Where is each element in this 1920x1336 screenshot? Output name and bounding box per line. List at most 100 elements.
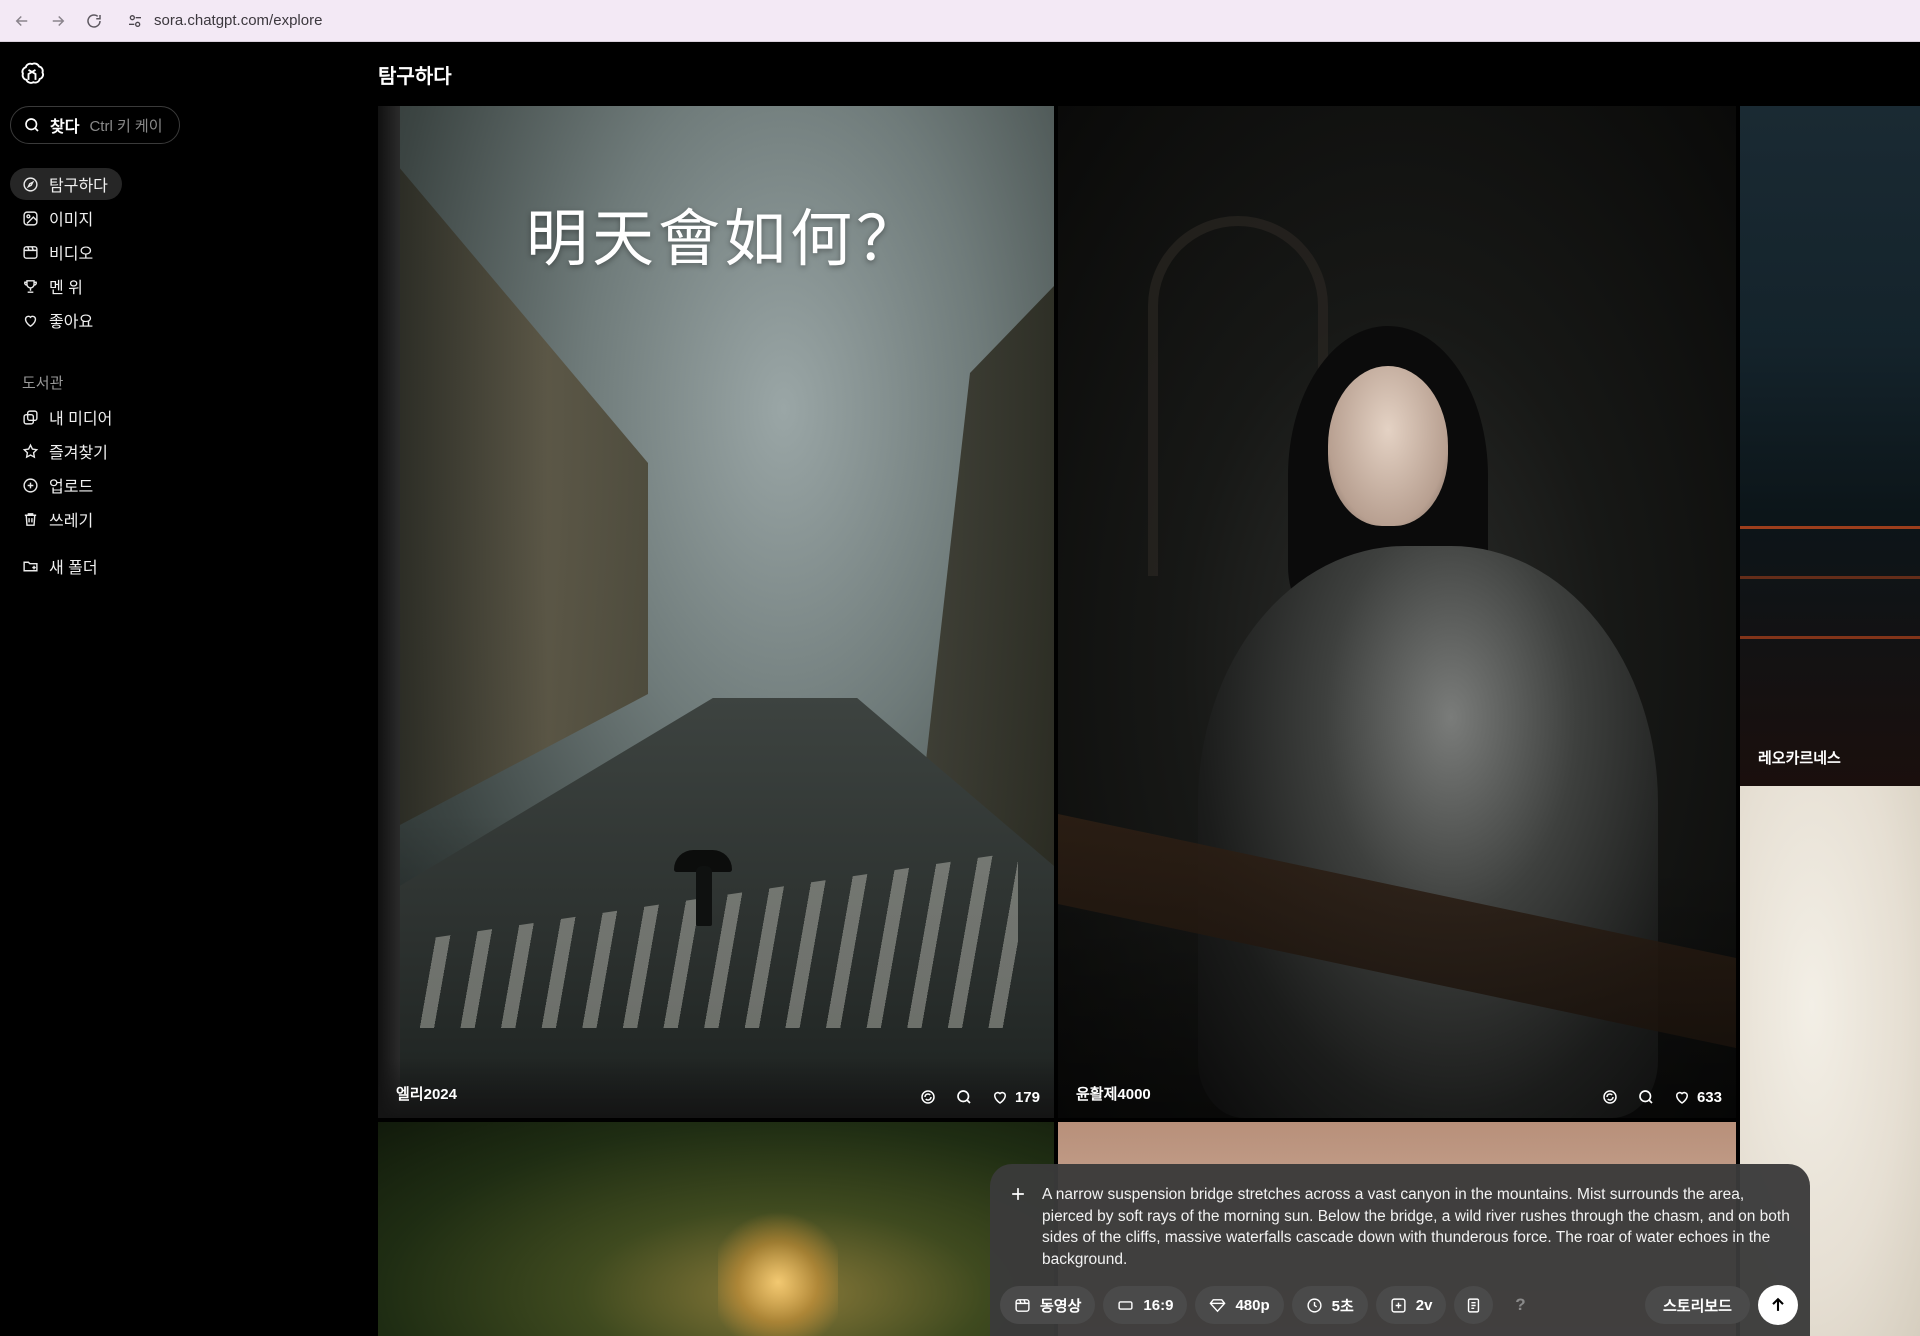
search-label: 찾다 [50, 119, 80, 136]
scene-face [1328, 366, 1448, 526]
nav-item-top[interactable]: 멘 위 [10, 270, 97, 302]
media-tile-knight[interactable]: 윤활제4000 633 [1058, 106, 1736, 1118]
primary-nav: 탐구하다 이미지 비디오 멘 위 좋아요 [10, 168, 122, 338]
search-icon[interactable] [1637, 1088, 1655, 1106]
duration-label: 5초 [1331, 1297, 1354, 1315]
tile-author[interactable]: 엘리2024 [396, 1083, 457, 1104]
media-type-button[interactable]: 동영상 [1000, 1286, 1096, 1324]
openai-logo-icon[interactable] [18, 60, 46, 88]
like-count: 179 [1014, 1088, 1040, 1106]
aspect-ratio-button[interactable]: 16:9 [1103, 1286, 1188, 1324]
folder-nav: 새 폴더 [10, 550, 112, 584]
trash-icon [24, 512, 37, 526]
media-tile-forest[interactable] [378, 1122, 1054, 1336]
nav-label: 비디오 [49, 246, 94, 263]
reload-button[interactable] [80, 7, 108, 35]
arrow-up-icon [1772, 1297, 1784, 1311]
sidebar: 찾다 Ctrl 키 케이 탐구하다 이미지 비디오 멘 위 좋아요 도서관 내 … [0, 42, 378, 1336]
media-tile-rainy-city[interactable]: 明天會如何？ 엘리2024 179 [378, 106, 1054, 1118]
media-tile-ocean[interactable]: 레오카르네스 [1740, 106, 1920, 786]
like-count: 633 [1696, 1088, 1722, 1106]
video-icon [23, 245, 38, 259]
library-section-title: 도서관 [22, 375, 64, 392]
variations-label: 2v [1415, 1296, 1433, 1314]
nav-item-upload[interactable]: 업로드 [10, 469, 107, 501]
page-title: 탐구하다 [378, 66, 452, 88]
nav-label: 탐구하다 [49, 178, 108, 195]
nav-label: 즐겨찾기 [49, 445, 108, 462]
heart-icon[interactable] [991, 1088, 1009, 1106]
browser-toolbar: sora.chatgpt.com/explore [0, 0, 1920, 42]
media-icon [23, 409, 38, 425]
plus-icon [1012, 1188, 1024, 1200]
video-icon [1015, 1298, 1030, 1312]
tile-actions: 179 [901, 1088, 1040, 1106]
document-icon [1468, 1297, 1480, 1313]
diamond-icon [1209, 1298, 1226, 1312]
nav-label: 업로드 [49, 479, 94, 496]
clock-icon [1307, 1297, 1322, 1313]
tile-author[interactable]: 레오카르네스 [1758, 747, 1841, 768]
nav-label: 이미지 [49, 212, 94, 229]
arrow-left-icon [15, 15, 28, 26]
help-button[interactable]: ? [1501, 1286, 1539, 1324]
search-button[interactable]: 찾다 Ctrl 키 케이 [10, 106, 180, 144]
remix-icon[interactable] [1601, 1088, 1619, 1106]
search-shortcut: Ctrl 키 케이 [89, 117, 163, 135]
tile-caption: 明天會如何？ [526, 202, 923, 275]
site-info-button[interactable] [122, 8, 148, 34]
prompt-input[interactable]: A narrow suspension bridge stretches acr… [1042, 1184, 1790, 1270]
duration-button[interactable]: 5초 [1291, 1286, 1368, 1324]
storyboard-button[interactable]: 스토리보드 [1644, 1286, 1750, 1324]
scene-glow [718, 1202, 838, 1336]
nav-label: 멘 위 [49, 280, 83, 297]
library-nav: 내 미디어 즐겨찾기 업로드 쓰레기 [10, 401, 126, 537]
variations-button[interactable]: 2v [1375, 1286, 1447, 1324]
back-button[interactable] [8, 7, 36, 35]
tile-author[interactable]: 윤활제4000 [1076, 1083, 1151, 1104]
heart-icon [24, 315, 37, 327]
nav-item-favorites[interactable]: 즐겨찾기 [10, 435, 122, 467]
search-icon [25, 118, 39, 132]
scene-window-frame [378, 106, 400, 1118]
nav-label: 새 폴더 [49, 560, 98, 577]
image-icon [23, 210, 38, 226]
media-type-label: 동영상 [1040, 1297, 1082, 1315]
heart-icon[interactable] [1673, 1088, 1691, 1106]
nav-label: 좋아요 [49, 314, 94, 331]
nav-label: 쓰레기 [49, 513, 94, 530]
submit-button[interactable] [1758, 1285, 1798, 1325]
nav-item-my-media[interactable]: 내 미디어 [10, 401, 126, 433]
prompt-composer: A narrow suspension bridge stretches acr… [990, 1164, 1810, 1336]
scene-wave [1740, 576, 1920, 579]
nav-item-videos[interactable]: 비디오 [10, 236, 107, 268]
scene-wave [1740, 636, 1920, 639]
nav-item-likes[interactable]: 좋아요 [10, 304, 107, 336]
arrow-right-icon [52, 15, 65, 26]
nav-item-images[interactable]: 이미지 [10, 202, 107, 234]
forward-button[interactable] [44, 7, 72, 35]
star-icon [22, 442, 39, 458]
add-attachment-button[interactable] [1008, 1184, 1028, 1204]
address-bar[interactable]: sora.chatgpt.com/explore [154, 12, 322, 29]
search-icon[interactable] [955, 1088, 973, 1106]
tile-actions: 633 [1583, 1088, 1722, 1106]
resolution-button[interactable]: 480p [1195, 1286, 1284, 1324]
compass-icon [23, 176, 38, 192]
scene-armor [1198, 546, 1658, 1118]
reload-icon [87, 13, 101, 28]
aspect-ratio-icon [1118, 1300, 1133, 1310]
nav-item-trash[interactable]: 쓰레기 [10, 503, 107, 535]
variations-icon [1391, 1297, 1406, 1313]
nav-item-explore[interactable]: 탐구하다 [10, 168, 122, 200]
presets-button[interactable] [1454, 1286, 1494, 1324]
folder-plus-icon [23, 561, 38, 571]
remix-icon[interactable] [919, 1088, 937, 1106]
tune-icon [129, 14, 141, 27]
scene-pedestrian [696, 866, 712, 926]
resolution-label: 480p [1235, 1296, 1270, 1314]
aspect-ratio-label: 16:9 [1143, 1296, 1174, 1314]
scene-wave [1740, 526, 1920, 529]
nav-label: 내 미디어 [49, 411, 113, 428]
new-folder-button[interactable]: 새 폴더 [10, 550, 112, 582]
